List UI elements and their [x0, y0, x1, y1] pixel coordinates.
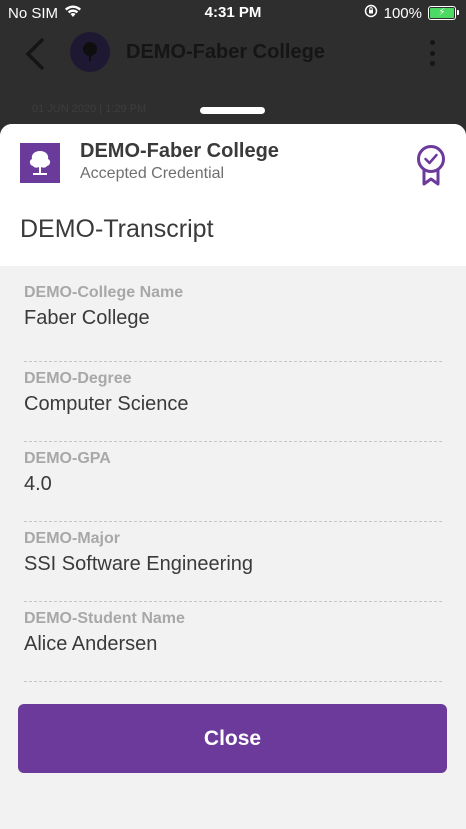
field-row: DEMO-GPA 4.0: [24, 442, 442, 522]
award-ribbon-icon: [416, 144, 446, 186]
avatar: [70, 32, 110, 72]
status-right: 100% ⚡: [364, 4, 459, 22]
field-value: SSI Software Engineering: [24, 553, 254, 575]
sheet-header: DEMO-Faber College Accepted Credential D…: [0, 124, 466, 266]
chevron-left-icon: [22, 38, 48, 70]
field-label: DEMO-Major: [24, 530, 120, 547]
background-title: DEMO-Faber College: [126, 41, 325, 63]
field-label: DEMO-College Name: [24, 284, 184, 301]
field-row: DEMO-College Name Faber College: [24, 282, 442, 362]
sheet-drag-handle[interactable]: [200, 107, 265, 114]
close-button[interactable]: Close: [18, 704, 447, 773]
field-row: DEMO-Student Name Alice Andersen: [24, 602, 442, 682]
battery-percent: 100%: [383, 4, 422, 22]
kebab-menu-icon: [430, 40, 436, 66]
tree-logo-icon: [29, 151, 51, 175]
credential-status: Accepted Credential: [80, 165, 225, 182]
tree-logo-icon: [83, 42, 97, 61]
background-date: 01 JUN 2020 | 1:29 PM: [32, 103, 147, 115]
field-value: 4.0: [24, 473, 52, 495]
battery-charging-icon: ⚡: [428, 6, 459, 20]
credential-fields: DEMO-College Name Faber College DEMO-Deg…: [0, 266, 466, 682]
background-app: DEMO-Faber College 01 JUN 2020 | 1:29 PM: [0, 28, 466, 138]
issuer-logo: [20, 143, 60, 183]
credential-title: DEMO-Transcript: [20, 215, 214, 243]
field-value: Faber College: [24, 307, 150, 329]
field-label: DEMO-Student Name: [24, 610, 185, 627]
field-value: Computer Science: [24, 393, 189, 415]
orientation-lock-icon: [364, 4, 378, 22]
issuer-name: DEMO-Faber College: [80, 140, 279, 162]
status-bar: No SIM 4:31 PM 100% ⚡: [0, 0, 466, 28]
credential-sheet: DEMO-Faber College Accepted Credential D…: [0, 124, 466, 829]
field-label: DEMO-Degree: [24, 370, 132, 387]
field-label: DEMO-GPA: [24, 450, 111, 467]
field-row: DEMO-Degree Computer Science: [24, 362, 442, 442]
field-value: Alice Andersen: [24, 633, 158, 655]
field-row: DEMO-Major SSI Software Engineering: [24, 522, 442, 602]
